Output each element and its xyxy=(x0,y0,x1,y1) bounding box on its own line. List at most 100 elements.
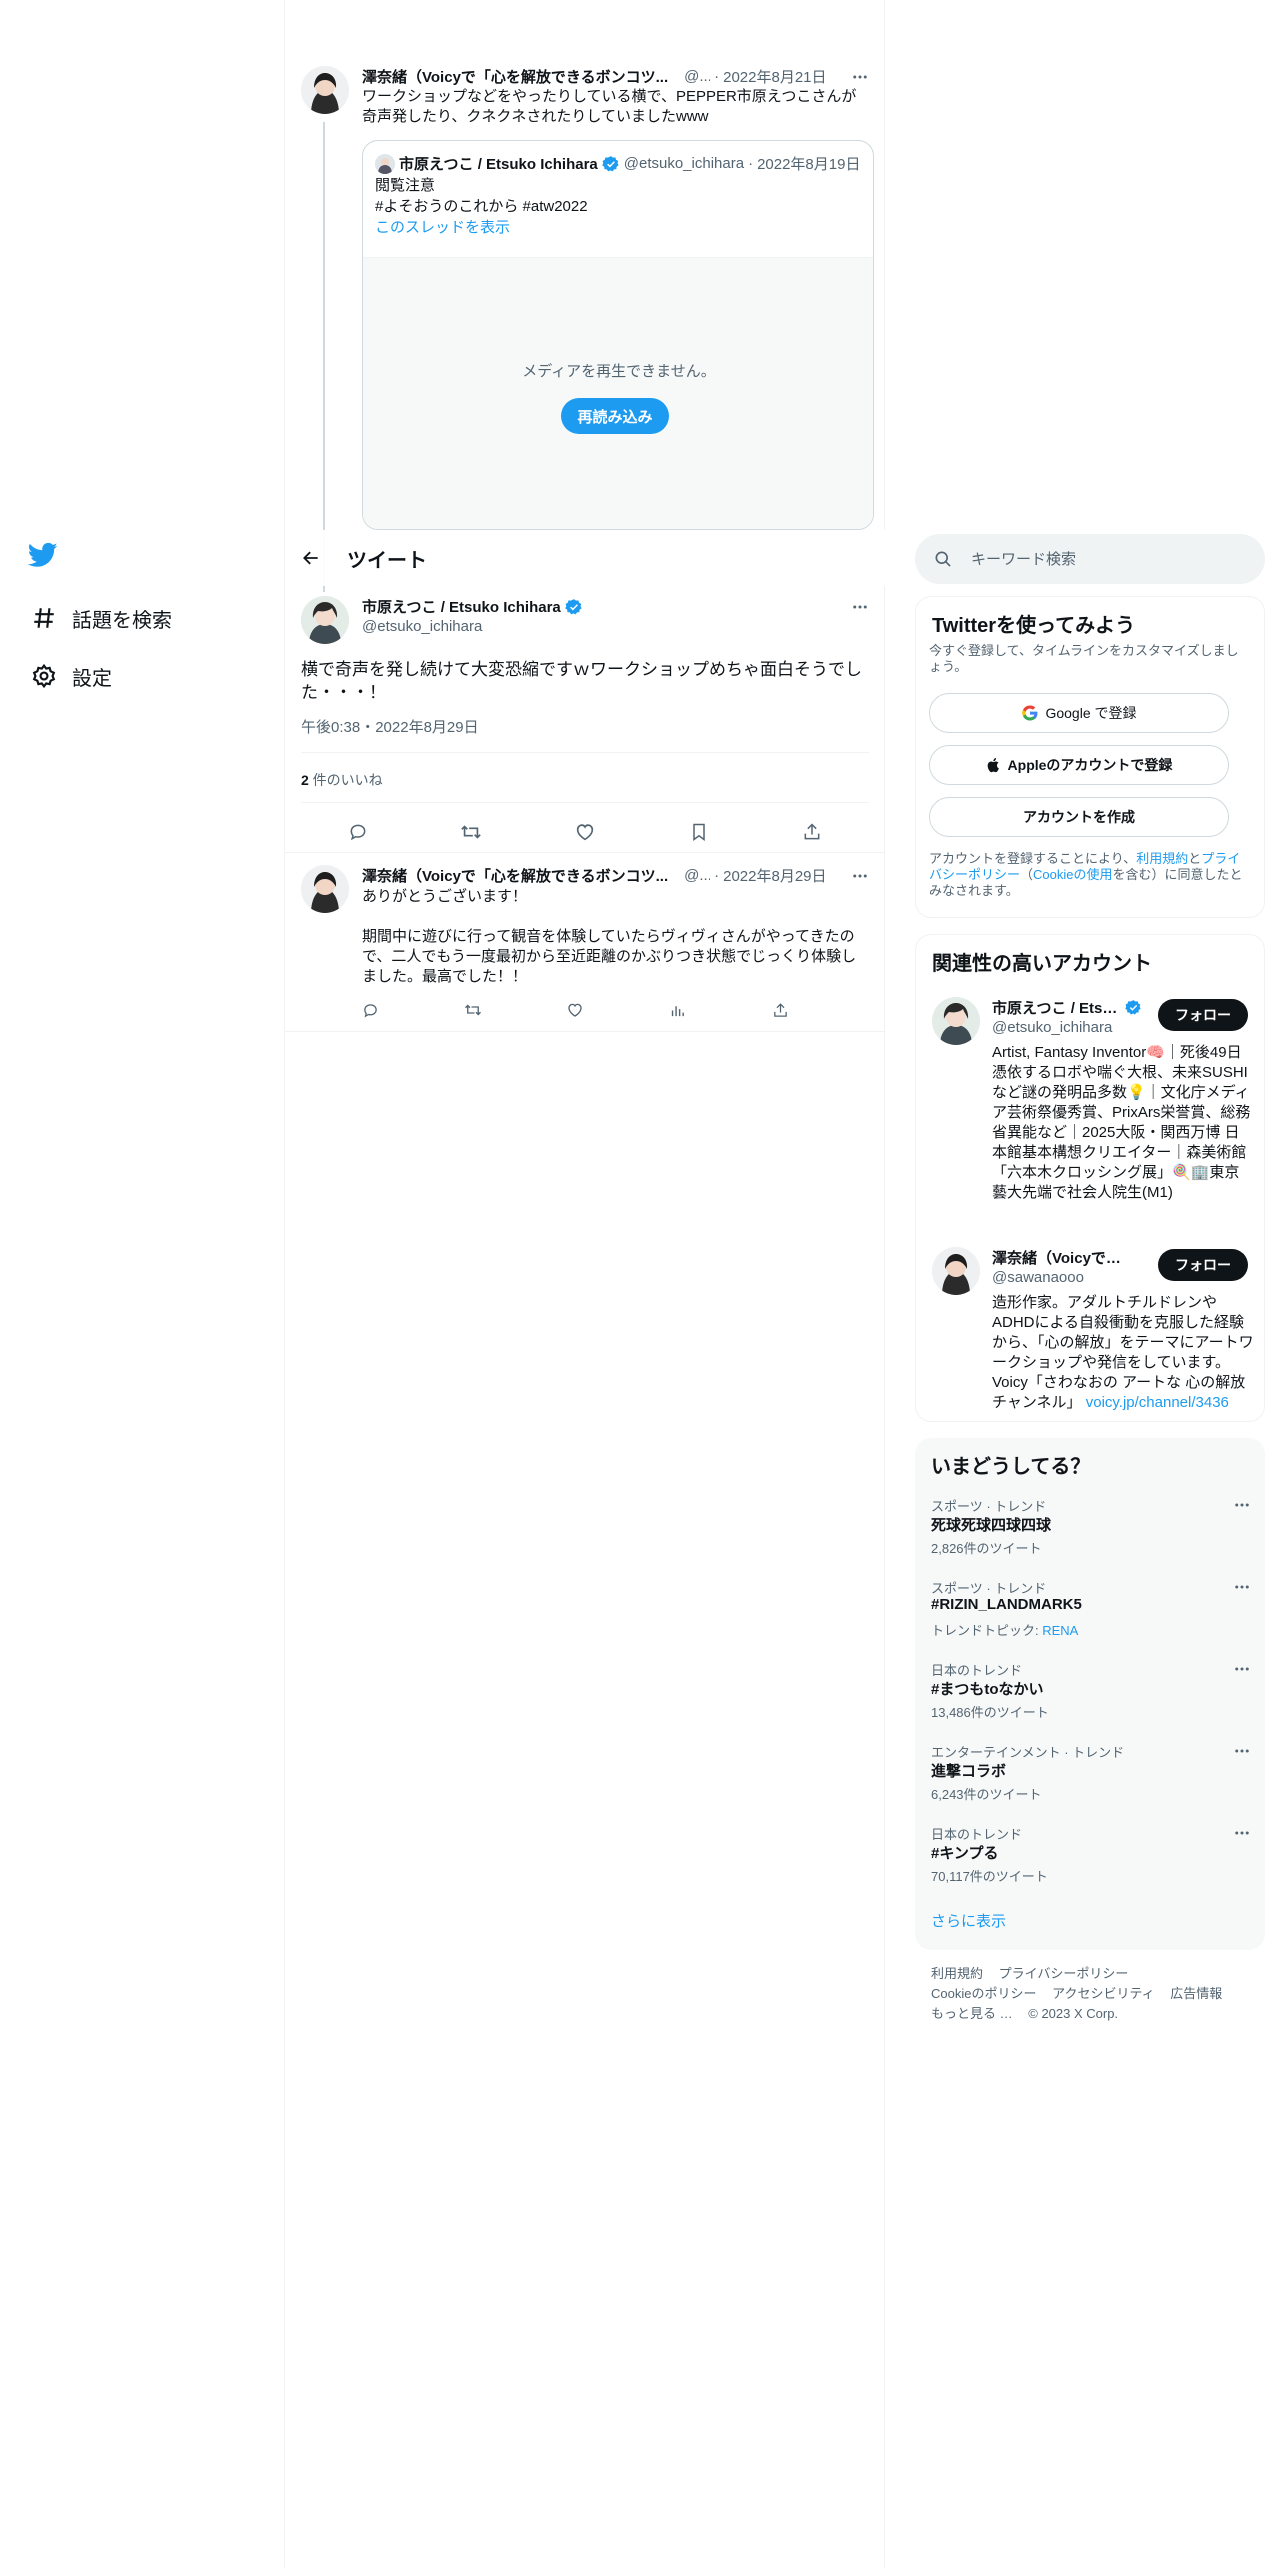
verified-badge-icon xyxy=(1125,999,1142,1016)
bio-link[interactable]: voicy.jp/channel/3436 xyxy=(1086,1394,1229,1411)
footer-terms-link[interactable]: 利用規約 xyxy=(931,1966,983,1981)
share-icon[interactable] xyxy=(765,995,795,1025)
more-options-icon[interactable] xyxy=(1229,1738,1255,1764)
tweet-date[interactable]: 2022年8月29日 xyxy=(723,865,826,886)
verified-badge-icon xyxy=(601,155,620,173)
separator: · xyxy=(714,68,720,85)
avatar[interactable] xyxy=(301,596,349,644)
reply-tweet[interactable]: 澤奈緒（Voicyで「心を解放できるボンコツ... @... · 2022年8月… xyxy=(285,852,885,1032)
create-account-button[interactable]: アカウントを作成 xyxy=(929,797,1229,837)
account-name[interactable]: 澤奈緒（Voicyで「心... xyxy=(992,1247,1132,1268)
more-options-icon[interactable] xyxy=(1229,1656,1255,1682)
main-column: 澤奈緒（Voicyで「心を解放できるボンコツ... @... · 2022年8月… xyxy=(285,0,885,2568)
trend-topic-link[interactable]: RENA xyxy=(1042,1623,1078,1638)
reply-icon[interactable] xyxy=(355,995,385,1025)
nav-explore[interactable]: 話題を検索 xyxy=(28,598,172,638)
footer-privacy-link[interactable]: プライバシーポリシー xyxy=(999,1966,1129,1981)
more-options-icon[interactable] xyxy=(1229,1820,1255,1846)
follow-button[interactable]: フォロー xyxy=(1158,1249,1248,1281)
author-name[interactable]: 市原えつこ / Etsuko Ichihara xyxy=(362,596,561,617)
apple-icon xyxy=(986,756,1002,774)
trend-topic-prefix: トレンドトピック: xyxy=(931,1623,1043,1638)
quote-header: 市原えつこ / Etsuko Ichihara @etsuko_ichihara… xyxy=(375,153,860,174)
tweet-timestamp[interactable]: 午後0:38・2022年8月29日 xyxy=(301,716,479,737)
footer-ads-link[interactable]: 広告情報 xyxy=(1170,1986,1222,2001)
reload-button[interactable]: 再読み込み xyxy=(561,398,669,434)
page-title: ツイート xyxy=(347,549,427,572)
cookie-link[interactable]: Cookieの使用 xyxy=(1033,867,1112,882)
trend-item[interactable]: スポーツ · トレンド #RIZIN_LANDMARK5 トレンドトピック: R… xyxy=(931,1578,1249,1648)
analytics-icon[interactable] xyxy=(663,995,693,1025)
trend-item[interactable]: 日本のトレンド #まつもtoなかい 13,486件のツイート xyxy=(931,1660,1249,1730)
tweet-actions xyxy=(355,995,795,1025)
author-handle[interactable]: @... xyxy=(684,68,710,85)
trend-item[interactable]: エンターテインメント · トレンド 進撃コラボ 6,243件のツイート xyxy=(931,1742,1249,1812)
back-arrow-icon[interactable] xyxy=(293,540,329,576)
avatar[interactable] xyxy=(301,865,349,913)
search-box[interactable] xyxy=(915,534,1265,584)
trend-item[interactable]: スポーツ · トレンド 死球死球四球四球 2,826件のツイート xyxy=(931,1496,1249,1566)
divider xyxy=(301,752,869,753)
retweet-icon[interactable] xyxy=(458,995,488,1025)
separator: · xyxy=(748,155,754,172)
tweet-date[interactable]: 2022年8月21日 xyxy=(723,66,826,87)
media-placeholder: メディアを再生できません。 再読み込み xyxy=(363,257,873,529)
show-more-link[interactable]: さらに表示 xyxy=(931,1910,1006,1931)
quote-tweet-card[interactable]: 市原えつこ / Etsuko Ichihara @etsuko_ichihara… xyxy=(362,140,874,530)
trend-name: #RIZIN_LANDMARK5 xyxy=(931,1596,1082,1613)
retweet-icon[interactable] xyxy=(453,814,489,850)
like-icon[interactable] xyxy=(567,814,603,850)
more-options-icon[interactable] xyxy=(1229,1492,1255,1518)
trends-panel: いまどうしてる？ スポーツ · トレンド 死球死球四球四球 2,826件のツイー… xyxy=(915,1438,1265,1950)
twitter-logo-icon[interactable] xyxy=(28,540,64,576)
avatar[interactable] xyxy=(301,66,349,114)
follow-button[interactable]: フォロー xyxy=(1158,999,1248,1031)
google-icon xyxy=(1021,704,1039,722)
account-name[interactable]: 市原えつこ / Etsu... xyxy=(992,997,1122,1018)
apple-signup-button[interactable]: Appleのアカウントで登録 xyxy=(929,745,1229,785)
account-handle[interactable]: @sawanaooo xyxy=(992,1269,1084,1286)
author-handle[interactable]: @... xyxy=(684,867,710,884)
avatar[interactable] xyxy=(932,1247,980,1295)
gear-icon xyxy=(28,660,60,692)
likes-label: 件のいいね xyxy=(308,772,383,788)
likes-count[interactable]: 2 件のいいね xyxy=(301,770,383,790)
footer-accessibility-link[interactable]: アクセシビリティ xyxy=(1052,1986,1155,2001)
more-options-icon[interactable] xyxy=(847,863,873,889)
footer-row-2: Cookieのポリシー アクセシビリティ 広告情報 xyxy=(931,1984,1261,2004)
trends-title: いまどうしてる？ xyxy=(931,1456,1091,1478)
like-icon[interactable] xyxy=(560,995,590,1025)
nav-explore-label: 話題を検索 xyxy=(72,609,172,632)
search-input[interactable] xyxy=(971,550,1231,568)
google-signup-button[interactable]: Google で登録 xyxy=(929,693,1229,733)
nav-settings[interactable]: 設定 xyxy=(28,656,112,696)
footer-more-link[interactable]: もっと見る … xyxy=(931,2006,1013,2021)
trend-item[interactable]: 日本のトレンド #キンプる 70,117件のツイート xyxy=(931,1824,1249,1894)
bookmark-icon[interactable] xyxy=(681,814,717,850)
trend-category: 日本のトレンド xyxy=(931,1663,1023,1678)
focal-tweet: 市原えつこ / Etsuko Ichihara @etsuko_ichihara… xyxy=(285,586,885,852)
signup-panel: Twitterを使ってみよう 今すぐ登録して、タイムラインをカスタマイズしましょ… xyxy=(915,596,1265,918)
show-thread-link[interactable]: このスレッドを表示 xyxy=(375,217,863,238)
terms-link[interactable]: 利用規約 xyxy=(1136,851,1188,866)
author-handle[interactable]: @etsuko_ichihara xyxy=(362,618,482,635)
avatar[interactable] xyxy=(932,997,980,1045)
reply-icon[interactable] xyxy=(340,814,376,850)
tweet-text: ワークショップなどをやったりしている横で、PEPPER市原えつこさんが奇声発した… xyxy=(362,88,857,125)
footer-cookie-link[interactable]: Cookieのポリシー xyxy=(931,1986,1036,2001)
focal-author[interactable]: 市原えつこ / Etsuko Ichihara xyxy=(362,596,583,617)
more-options-icon[interactable] xyxy=(847,594,873,620)
reply-line-2: 期間中に遊びに行って観音を体験していたらヴィヴィさんがやってきたので、二人でもう… xyxy=(362,928,857,985)
related-title: 関連性の高いアカウント xyxy=(932,953,1152,975)
more-options-icon[interactable] xyxy=(1229,1574,1255,1600)
share-icon[interactable] xyxy=(794,814,830,850)
account-handle[interactable]: @etsuko_ichihara xyxy=(992,1019,1112,1036)
thread-tweet[interactable]: 澤奈緒（Voicyで「心を解放できるボンコツ... @... · 2022年8月… xyxy=(285,56,885,592)
author-name[interactable]: 澤奈緒（Voicyで「心を解放できるボンコツ... xyxy=(362,66,668,87)
footer: 利用規約 プライバシーポリシー Cookieのポリシー アクセシビリティ 広告情… xyxy=(931,1964,1261,2024)
author-name[interactable]: 澤奈緒（Voicyで「心を解放できるボンコツ... xyxy=(362,865,668,886)
likes-number: 2 xyxy=(301,772,309,788)
thread-line xyxy=(323,122,325,592)
quote-avatar xyxy=(375,153,395,174)
